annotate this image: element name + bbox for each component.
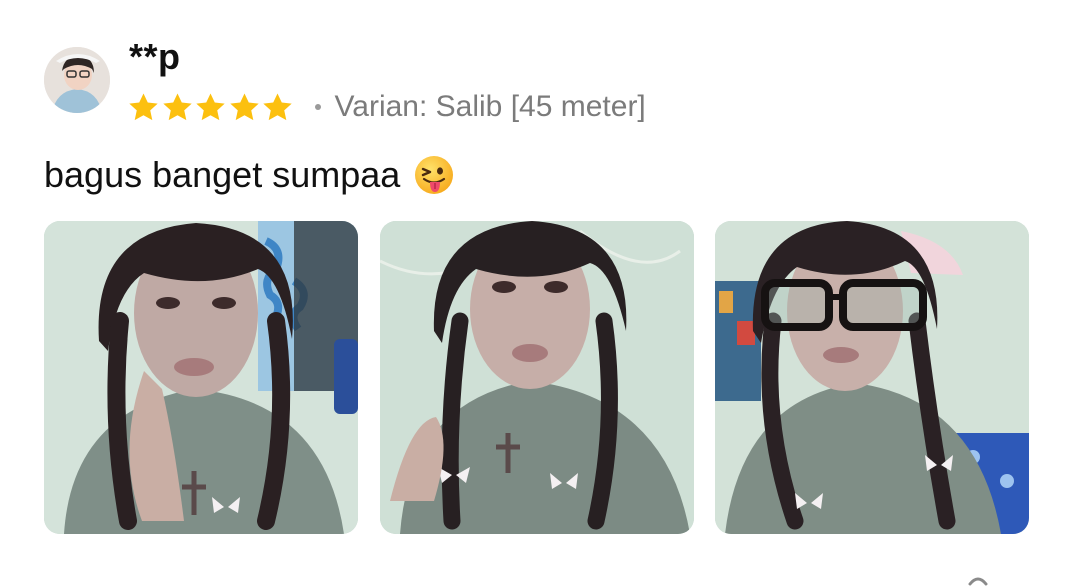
star-icon — [162, 92, 192, 120]
review-photo-selfie-icon — [380, 221, 694, 534]
variant-label: Varian: Salib [45 meter] — [334, 90, 646, 123]
avatar[interactable] — [44, 47, 110, 113]
rating-row: Varian: Salib [45 meter] — [127, 86, 646, 128]
squinting-face-with-tongue-icon — [415, 156, 454, 194]
review-photo-1[interactable] — [44, 221, 358, 534]
review-card: **p Varian: Salib [45 meter] bagus bange… — [0, 0, 1080, 586]
star-icon — [196, 92, 225, 120]
star-icon — [263, 92, 292, 120]
separator-dot — [314, 104, 321, 110]
user-avatar-image — [44, 47, 110, 113]
star-icon — [129, 92, 158, 120]
review-photo-selfie-icon — [44, 221, 358, 534]
review-text: bagus banget sumpaa — [44, 154, 401, 195]
reviewer-name: **p — [129, 36, 181, 77]
review-body: bagus banget sumpaa — [44, 152, 455, 198]
review-photo-2[interactable] — [380, 221, 694, 534]
review-photo-selfie-glasses-icon — [715, 221, 1029, 534]
star-rating — [127, 91, 295, 124]
review-photo-3[interactable] — [715, 221, 1029, 534]
chevron-up-icon[interactable] — [966, 572, 990, 586]
star-icon — [229, 92, 259, 120]
